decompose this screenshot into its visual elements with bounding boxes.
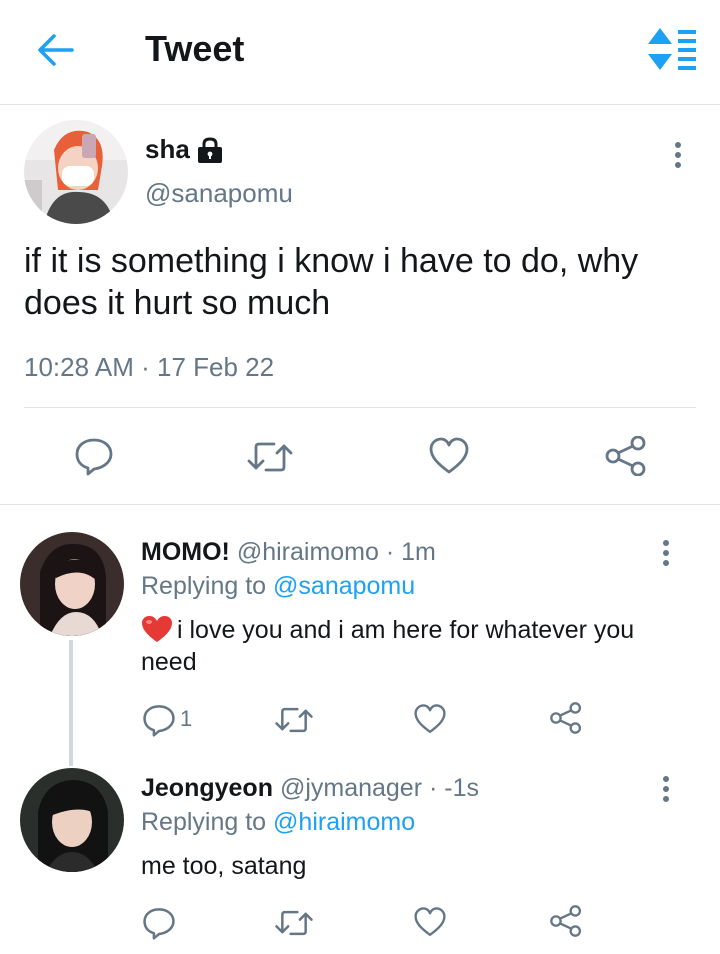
- reply-icon: [143, 705, 175, 737]
- reply-more-options-button[interactable]: [656, 774, 676, 804]
- replying-to: Replying to @sanapomu: [141, 572, 415, 601]
- top-bar: Tweet: [0, 0, 720, 105]
- page-title: Tweet: [145, 28, 245, 69]
- replying-to-link[interactable]: @sanapomu: [273, 572, 415, 600]
- divider: [0, 504, 720, 505]
- reply-more-options-button[interactable]: [656, 538, 676, 568]
- reply-icon: [143, 908, 175, 940]
- reply-icon: [75, 438, 113, 476]
- heart-icon: [414, 907, 446, 936]
- replying-to: Replying to @hiraimomo: [141, 808, 415, 837]
- author-name[interactable]: sha: [145, 134, 190, 165]
- retweet-icon: [275, 707, 313, 733]
- heart-icon: [414, 704, 446, 733]
- reply-text: me too, satang: [141, 852, 307, 880]
- replying-to-label: Replying to: [141, 808, 267, 836]
- share-button[interactable]: [604, 435, 648, 481]
- like-button[interactable]: [413, 703, 447, 740]
- share-button[interactable]: [549, 905, 583, 942]
- like-button[interactable]: [413, 906, 447, 943]
- author-handle[interactable]: @sanapomu: [145, 178, 293, 209]
- sort-icon: [648, 28, 696, 70]
- reply-author-handle[interactable]: @jymanager: [280, 774, 422, 802]
- retweet-button[interactable]: [246, 438, 294, 481]
- sort-button[interactable]: [644, 26, 700, 72]
- reply-button[interactable]: [142, 703, 176, 742]
- reply-header: MOMO! @hiraimomo · 1m: [141, 538, 436, 567]
- avatar[interactable]: [24, 120, 128, 224]
- share-icon: [550, 905, 582, 937]
- share-icon: [550, 702, 582, 734]
- share-icon: [605, 435, 646, 477]
- reply-time: 1m: [401, 538, 436, 566]
- avatar[interactable]: [20, 768, 124, 872]
- more-options-button[interactable]: [668, 140, 688, 170]
- back-button[interactable]: [36, 30, 76, 70]
- tweet-date: 17 Feb 22: [157, 352, 275, 382]
- more-vertical-icon: [663, 540, 669, 566]
- reply-time: -1s: [444, 774, 480, 802]
- author-row: sha: [145, 134, 224, 165]
- divider: [24, 407, 696, 408]
- avatar[interactable]: [20, 532, 124, 636]
- reply-author-handle[interactable]: @hiraimomo: [237, 538, 379, 566]
- like-button[interactable]: [428, 436, 470, 481]
- reply-time-separator: ·: [385, 538, 395, 566]
- retweet-button[interactable]: [274, 907, 314, 944]
- more-vertical-icon: [663, 776, 669, 802]
- arrow-left-icon: [38, 34, 74, 66]
- retweet-icon: [247, 442, 293, 472]
- meta-separator: ·: [141, 352, 150, 382]
- tweet-time: 10:28 AM: [24, 352, 134, 382]
- replying-to-label: Replying to: [141, 572, 267, 600]
- reply-count: 1: [180, 706, 193, 731]
- share-button[interactable]: [549, 702, 583, 739]
- reply-header: Jeongyeon @jymanager · -1s: [141, 774, 479, 803]
- reply-button[interactable]: [142, 906, 176, 945]
- more-vertical-icon: [675, 142, 681, 168]
- retweet-icon: [275, 910, 313, 936]
- thread-line: [69, 640, 73, 766]
- lock-icon: [197, 136, 222, 163]
- reply-time-separator: ·: [429, 774, 438, 802]
- heart-emoji-icon: [142, 616, 172, 642]
- reply-text-block: i love you and i am here for whatever yo…: [141, 614, 681, 678]
- reply-text: i love you and i am here for whatever yo…: [141, 616, 635, 676]
- tweet-text: if it is something i know i have to do, …: [24, 242, 639, 322]
- reply-author-name[interactable]: Jeongyeon: [141, 774, 273, 802]
- tweet-timestamp: 10:28 AM · 17 Feb 22: [24, 352, 274, 383]
- heart-icon: [429, 437, 469, 474]
- reply-button[interactable]: [74, 436, 114, 481]
- replying-to-link[interactable]: @hiraimomo: [273, 808, 415, 836]
- retweet-button[interactable]: [274, 704, 314, 741]
- reply-author-name[interactable]: MOMO!: [141, 538, 230, 566]
